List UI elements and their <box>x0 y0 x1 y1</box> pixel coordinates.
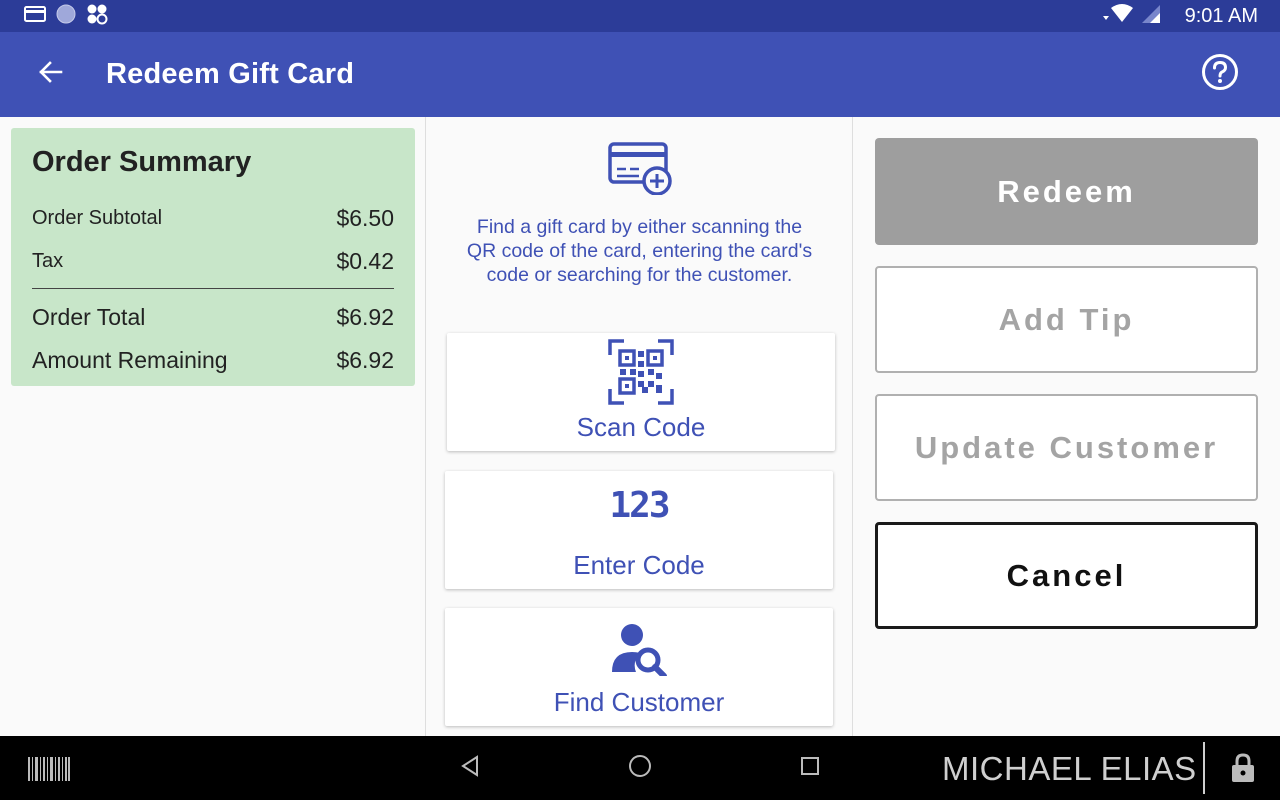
home-circle-icon <box>628 754 652 783</box>
status-time: 9:01 AM <box>1184 4 1258 27</box>
subtotal-value: $6.50 <box>336 204 394 231</box>
subtotal-row: Order Subtotal $6.50 <box>32 198 394 238</box>
nav-recents-button[interactable] <box>794 752 826 784</box>
update-customer-button[interactable]: Update Customer <box>875 394 1258 501</box>
scan-code-button[interactable]: Scan Code <box>447 333 835 451</box>
find-customer-label: Find Customer <box>553 687 725 717</box>
qr-code-icon <box>608 339 674 410</box>
wifi-icon <box>1101 3 1135 29</box>
summary-divider <box>32 288 394 289</box>
redeem-button[interactable]: Redeem <box>875 138 1258 245</box>
arrow-back-icon <box>37 59 63 90</box>
order-summary-title: Order Summary <box>32 146 252 178</box>
tax-value: $0.42 <box>336 247 394 274</box>
clover-icon <box>86 3 108 30</box>
barcode-icon[interactable] <box>28 757 70 786</box>
back-triangle-icon <box>459 754 481 782</box>
gift-card-add-icon <box>608 141 674 196</box>
page-title: Redeem Gift Card <box>106 58 355 90</box>
order-total-row: Order Total $6.92 <box>32 297 394 337</box>
enter-code-label: Enter Code <box>573 550 705 580</box>
nav-home-button[interactable] <box>624 752 656 784</box>
help-button[interactable] <box>1190 45 1250 105</box>
enter-code-button[interactable]: 123 Enter Code <box>445 471 833 589</box>
gift-card-lookup-panel: Find a gift card by either scanning the … <box>426 117 853 736</box>
lock-icon[interactable] <box>1231 753 1255 788</box>
add-tip-button[interactable]: Add Tip <box>875 266 1258 373</box>
lookup-instructions: Find a gift card by either scanning the … <box>466 216 813 286</box>
system-nav-bar: MICHAEL ELIAS <box>0 736 1280 800</box>
app-bar: Redeem Gift Card <box>0 32 1280 117</box>
status-bar: 9:01 AM <box>0 0 1280 32</box>
subtotal-label: Order Subtotal <box>32 206 163 229</box>
scan-code-label: Scan Code <box>576 412 706 442</box>
tax-row: Tax $0.42 <box>32 238 394 284</box>
actions-panel: Redeem Add Tip Update Customer Cancel <box>853 117 1280 736</box>
card-reader-icon <box>24 5 46 27</box>
amount-remaining-value: $6.92 <box>336 346 394 373</box>
help-circle-icon <box>1201 53 1239 96</box>
nav-back-button[interactable] <box>454 752 486 784</box>
user-name: MICHAEL ELIAS <box>942 750 1197 787</box>
person-search-icon <box>610 622 668 681</box>
order-total-value: $6.92 <box>336 303 394 330</box>
cancel-button[interactable]: Cancel <box>875 522 1258 629</box>
tax-label: Tax <box>32 249 64 272</box>
amount-remaining-label: Amount Remaining <box>32 346 228 373</box>
circle-icon <box>56 4 76 29</box>
nav-divider <box>1203 742 1205 794</box>
recents-square-icon <box>800 756 820 781</box>
order-summary-panel: Order Summary Order Subtotal $6.50 Tax $… <box>0 117 426 736</box>
order-summary-card: Order Summary Order Subtotal $6.50 Tax $… <box>11 128 415 386</box>
back-button[interactable] <box>20 45 80 105</box>
amount-remaining-row: Amount Remaining $6.92 <box>32 337 394 383</box>
numbers-icon: 123 <box>609 485 670 526</box>
order-total-label: Order Total <box>32 303 146 330</box>
cell-signal-icon <box>1141 4 1161 29</box>
find-customer-button[interactable]: Find Customer <box>445 608 833 726</box>
